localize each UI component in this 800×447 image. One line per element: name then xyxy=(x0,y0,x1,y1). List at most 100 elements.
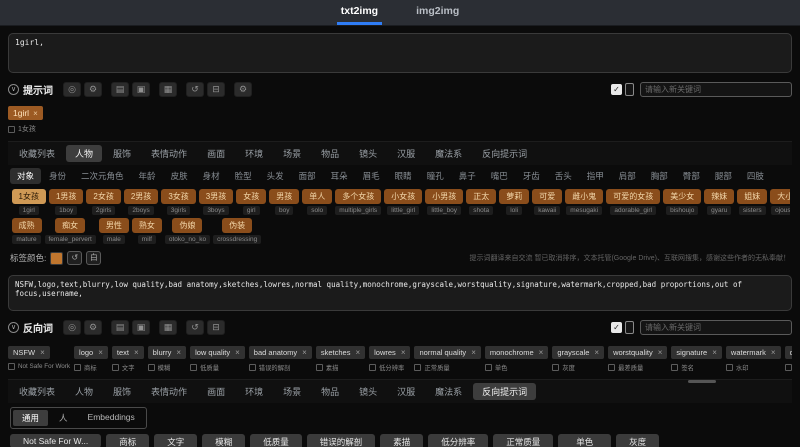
subtab-眉毛[interactable]: 眉毛 xyxy=(356,168,387,184)
subtab-瞳孔[interactable]: 瞳孔 xyxy=(420,168,451,184)
remove-chip-icon[interactable]: × xyxy=(98,348,103,357)
input-mode-toggle[interactable] xyxy=(625,320,634,334)
settings-icon[interactable]: ⚙ xyxy=(84,81,102,97)
tag-button[interactable]: 伪装 xyxy=(222,218,253,233)
keyword-chip[interactable]: sketches × xyxy=(315,346,366,359)
tag-button[interactable]: 姐妹 xyxy=(737,189,768,204)
tag-button[interactable]: 3男孩 xyxy=(198,189,234,204)
remove-chip-icon[interactable]: × xyxy=(40,348,45,357)
category-tab-魔法系[interactable]: 魔法系 xyxy=(426,145,471,162)
tag-button[interactable]: 1男孩 xyxy=(48,189,84,204)
settings-icon[interactable]: ⚙ xyxy=(84,319,102,335)
card-translation[interactable]: 模糊 xyxy=(202,434,246,447)
card-translation[interactable]: 灰度 xyxy=(616,434,660,447)
card-translation[interactable]: 素描 xyxy=(380,434,424,447)
category-tab-场景[interactable]: 场景 xyxy=(274,383,310,400)
tag-button[interactable]: 痴女 xyxy=(55,218,86,233)
tag-button[interactable]: 大小姐 xyxy=(770,189,790,204)
remove-chip-icon[interactable]: × xyxy=(771,348,776,357)
subtab-舌头[interactable]: 舌头 xyxy=(548,168,579,184)
card-translation[interactable]: 商标 xyxy=(106,434,150,447)
tag-button[interactable]: 1女孩 xyxy=(11,189,46,204)
notebook-icon[interactable]: ▣ xyxy=(132,81,150,97)
subtab-嘴巴[interactable]: 嘴巴 xyxy=(484,168,515,184)
subtab-脸型[interactable]: 脸型 xyxy=(228,168,259,184)
keyword-chip[interactable]: cropped× xyxy=(784,346,792,359)
tag-button[interactable]: 辣妹 xyxy=(704,189,735,204)
reset-color-button[interactable]: ↺ xyxy=(67,251,83,265)
new-keyword-input[interactable] xyxy=(640,319,792,335)
horizontal-scrollbar[interactable] xyxy=(688,380,716,383)
category-tab-场景[interactable]: 场景 xyxy=(274,145,310,162)
bottom-subtab-人[interactable]: 人 xyxy=(50,410,77,426)
tab-txt2img[interactable]: txt2img xyxy=(336,0,383,25)
keyword-chip[interactable]: logo × xyxy=(74,346,108,359)
card-translation[interactable]: 正常质量 xyxy=(493,434,554,447)
category-tab-服饰[interactable]: 服饰 xyxy=(104,145,140,162)
keyword-chip[interactable]: grayscale × xyxy=(552,346,605,359)
remove-chip-icon[interactable]: × xyxy=(355,348,360,357)
trash-icon[interactable]: ⊟ xyxy=(207,81,225,97)
remove-chip-icon[interactable]: × xyxy=(302,348,307,357)
tag-button[interactable]: 女孩 xyxy=(236,189,267,204)
tag-button[interactable]: 2女孩 xyxy=(86,189,121,204)
tab-img2img[interactable]: img2img xyxy=(412,0,463,25)
negative-section-label[interactable]: ∨ 反向词 xyxy=(8,320,53,335)
tag-button[interactable]: 3女孩 xyxy=(161,189,196,204)
subtab-四肢[interactable]: 四肢 xyxy=(740,168,771,184)
subtab-耳朵[interactable]: 耳朵 xyxy=(324,168,355,184)
prompt-section-label[interactable]: ∨ 提示词 xyxy=(8,82,53,97)
collapse-icon[interactable]: ∨ xyxy=(8,321,19,333)
category-tab-画面[interactable]: 画面 xyxy=(198,383,234,400)
card-translation[interactable]: 文字 xyxy=(154,434,198,447)
category-tab-魔法系[interactable]: 魔法系 xyxy=(426,383,471,400)
subtab-年龄[interactable]: 年龄 xyxy=(132,168,163,184)
subtab-身材[interactable]: 身材 xyxy=(196,168,227,184)
remove-chip-icon[interactable]: × xyxy=(33,109,38,118)
category-tab-反向提示词[interactable]: 反向提示词 xyxy=(473,383,537,400)
input-mode-toggle[interactable] xyxy=(625,82,634,96)
tag-button[interactable]: 男孩 xyxy=(269,189,300,204)
negative-prompt-textarea[interactable]: NSFW,logo,text,blurry,low quality,bad an… xyxy=(8,275,792,311)
bottom-subtab-Embeddings[interactable]: Embeddings xyxy=(79,410,144,426)
tag-button[interactable]: 小女孩 xyxy=(384,189,423,204)
subtab-对象[interactable]: 对象 xyxy=(10,168,42,184)
remove-chip-icon[interactable]: × xyxy=(401,348,406,357)
category-tab-反向提示词[interactable]: 反向提示词 xyxy=(473,145,536,162)
keyword-chip[interactable]: low quality × xyxy=(190,346,245,359)
tag-button[interactable]: 雌小鬼 xyxy=(565,189,604,204)
category-tab-画面[interactable]: 画面 xyxy=(198,145,234,162)
keyword-chip[interactable]: bad anatomy × xyxy=(248,346,312,359)
notebook-icon[interactable]: ▣ xyxy=(132,319,150,335)
subtab-指甲[interactable]: 指甲 xyxy=(580,168,611,184)
tag-color-swatch[interactable] xyxy=(50,251,64,265)
category-tab-收藏列表[interactable]: 收藏列表 xyxy=(10,145,64,162)
tag-button[interactable]: 美少女 xyxy=(663,189,702,204)
subtab-鼻子[interactable]: 鼻子 xyxy=(452,168,483,184)
keyword-chip[interactable]: blurry × xyxy=(147,346,187,359)
category-tab-镜头[interactable]: 镜头 xyxy=(350,145,386,162)
image-icon[interactable]: ▦ xyxy=(159,319,177,335)
history-icon[interactable]: ↺ xyxy=(186,319,204,335)
subtab-腿部[interactable]: 腿部 xyxy=(708,168,739,184)
category-tab-环境[interactable]: 环境 xyxy=(236,145,272,162)
remove-chip-icon[interactable]: × xyxy=(134,348,139,357)
keyword-chip[interactable]: text × xyxy=(111,346,144,359)
subtab-臀部[interactable]: 臀部 xyxy=(676,168,707,184)
tag-button[interactable]: 萝莉 xyxy=(499,189,530,204)
gear-icon[interactable]: ⚙ xyxy=(234,81,252,97)
category-tab-表情动作[interactable]: 表情动作 xyxy=(142,145,196,162)
collapse-icon[interactable]: ∨ xyxy=(8,83,19,95)
keyword-chip[interactable]: normal quality × xyxy=(414,346,481,359)
remove-chip-icon[interactable]: × xyxy=(539,348,544,357)
category-tab-环境[interactable]: 环境 xyxy=(236,383,272,400)
card-translation[interactable]: 单色 xyxy=(558,434,612,447)
remove-chip-icon[interactable]: × xyxy=(712,348,717,357)
subtab-面部[interactable]: 面部 xyxy=(292,168,323,184)
category-tab-收藏列表[interactable]: 收藏列表 xyxy=(10,383,64,400)
card-translation[interactable]: 低分辨率 xyxy=(428,434,489,447)
tag-button[interactable]: 男性 xyxy=(98,218,129,233)
subtab-头发[interactable]: 头发 xyxy=(260,168,291,184)
keyword-chip[interactable]: monochrome × xyxy=(484,346,549,359)
category-tab-物品[interactable]: 物品 xyxy=(312,383,348,400)
